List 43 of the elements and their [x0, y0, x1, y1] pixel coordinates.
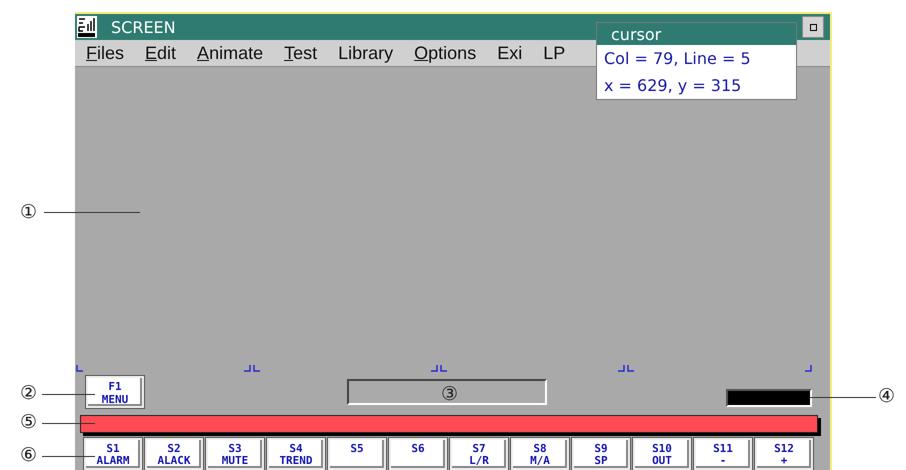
- menu-item[interactable]: Files: [86, 42, 124, 64]
- callout-number: ②: [20, 382, 38, 404]
- callout-number: ①: [20, 201, 38, 223]
- menu-item[interactable]: Animate: [197, 42, 264, 64]
- window-title: SCREEN: [111, 18, 176, 36]
- callout-number: ⑥: [20, 444, 38, 466]
- leader-line: [810, 397, 876, 398]
- softkey[interactable]: S11 -: [694, 438, 752, 470]
- menu-item[interactable]: Edit: [145, 42, 176, 64]
- menu-item[interactable]: Exi: [497, 42, 522, 64]
- restore-button[interactable]: [802, 16, 824, 38]
- corner-mark: [616, 365, 636, 372]
- corner-mark: [242, 365, 262, 372]
- softkey[interactable]: S1 ALARM: [84, 438, 142, 470]
- softkey[interactable]: S8 M/A: [511, 438, 569, 470]
- menu-item[interactable]: Options: [414, 42, 476, 64]
- square-icon: [810, 24, 816, 30]
- leader-line: [42, 394, 95, 395]
- callout-number: ⑤: [20, 411, 38, 433]
- corner-mark: [804, 365, 812, 372]
- menu-item[interactable]: Library: [338, 42, 394, 64]
- softkey[interactable]: S9 SP: [572, 438, 630, 470]
- softkey[interactable]: S3 MUTE: [206, 438, 264, 470]
- softkey[interactable]: S2 ALACK: [145, 438, 203, 470]
- softkey[interactable]: S5: [328, 438, 386, 470]
- softkey[interactable]: S10 OUT: [633, 438, 691, 470]
- softkey[interactable]: S6: [389, 438, 447, 470]
- softkey[interactable]: S12 +: [755, 438, 813, 470]
- menu-item[interactable]: Test: [284, 42, 318, 64]
- leader-line: [42, 456, 95, 457]
- softkey[interactable]: S4 TREND: [267, 438, 325, 470]
- app-icon: [77, 16, 97, 38]
- callout-number: ④: [878, 385, 896, 407]
- cursor-position-text: x = 629, y = 315: [603, 75, 742, 97]
- callout-number: ③: [441, 383, 458, 405]
- corner-mark: [76, 365, 84, 372]
- menu-item[interactable]: LP: [543, 42, 566, 64]
- softkey[interactable]: S7 L/R: [450, 438, 508, 470]
- cursor-position-text: Col = 79, Line = 5: [603, 48, 752, 70]
- popup-title: cursor: [597, 23, 796, 45]
- f1-menu-key[interactable]: F1 MENU: [86, 376, 144, 408]
- leader-line: [42, 423, 95, 424]
- corner-mark: [429, 365, 449, 372]
